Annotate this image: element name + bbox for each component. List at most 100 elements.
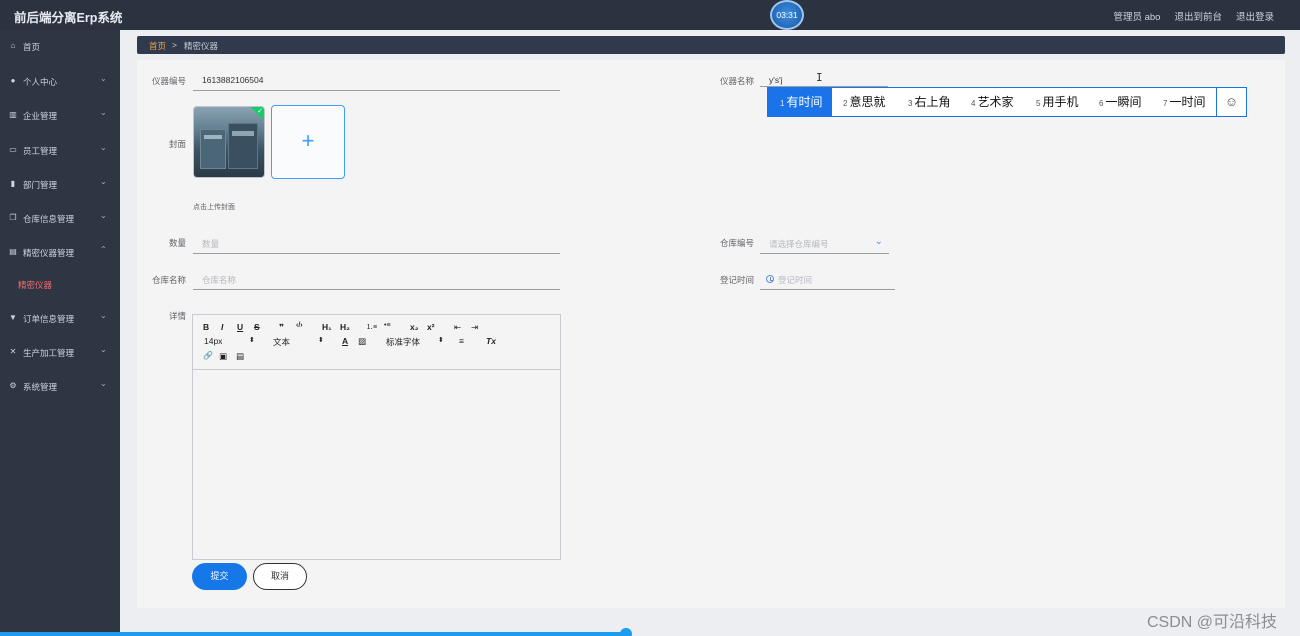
warehouse-name-field[interactable]: 仓库名称 [193, 273, 560, 290]
warehouse-code-select[interactable]: 请选择仓库编号 ⌄ [760, 236, 889, 254]
sidebar-item-production[interactable]: ✕ 生产加工管理 ⌄ [0, 343, 120, 363]
underline-button[interactable]: U [237, 322, 243, 332]
warehouse-name-placeholder: 仓库名称 [202, 275, 237, 285]
sidebar-item-employees[interactable]: ▭ 员工管理 ⌄ [0, 141, 120, 161]
filter-icon: ▼ [9, 313, 17, 322]
video-progress-handle[interactable] [620, 628, 632, 636]
home-icon: ⌂ [10, 41, 16, 50]
clear-format-button[interactable]: Tx [486, 336, 496, 346]
video-progress-bar[interactable] [0, 632, 627, 636]
ime-candidate-bar: 1 有时间 2 意思就 3 右上角 4 艺术家 5 用手机 6 一瞬间 7 一时间 ☺ [767, 87, 1247, 117]
register-time-picker[interactable]: 登记时间 [760, 273, 895, 290]
plus-icon: + [301, 128, 315, 153]
upload-tip: 点击上传封面 [193, 204, 235, 211]
sidebar-item-home[interactable]: ⌂ 首页 [0, 37, 120, 57]
font-size-arrow-icon: ⬍ [249, 337, 255, 344]
subscript-button[interactable]: x₂ [410, 322, 419, 332]
sidebar-item-enterprise[interactable]: ▥ 企业管理 ⌄ [0, 106, 120, 126]
ordered-list-button[interactable]: ⒈≡ [366, 322, 377, 332]
sidebar-item-label: 精密仪器管理 [23, 248, 75, 258]
text-type-select[interactable]: 文本 [273, 336, 290, 348]
recording-timer[interactable]: 03:31 [770, 0, 804, 30]
breadcrumb-current: 精密仪器 [184, 41, 219, 51]
ime-candidate[interactable]: 4 艺术家 [971, 88, 1035, 116]
code-label: 仪器编号 [151, 76, 186, 86]
sidebar-item-system[interactable]: ⚙ 系统管理 ⌄ [0, 377, 120, 397]
sidebar-item-label: 个人中心 [23, 77, 58, 87]
sidebar-item-label: 系统管理 [23, 382, 58, 392]
cover-thumbnail[interactable]: ✓ [193, 106, 265, 178]
image-button[interactable]: ▣ [219, 351, 227, 362]
chevron-down-icon: ⌄ [100, 379, 107, 388]
editor-content[interactable] [193, 370, 560, 559]
sidebar-item-label: 企业管理 [23, 111, 58, 121]
name-field[interactable]: y's'j [760, 74, 888, 87]
bullet-list-button[interactable]: •≡ [384, 322, 391, 329]
warehouse-code-label: 仓库编号 [719, 238, 754, 248]
top-bar: 前后端分离Erp系统 03:31 管理员 abo 退出到前台 退出登录 [0, 0, 1300, 30]
background-color-button[interactable]: ▨ [358, 336, 366, 347]
register-time-label: 登记时间 [719, 275, 754, 285]
sidebar-item-label: 生产加工管理 [23, 348, 75, 358]
superscript-button[interactable]: x² [427, 322, 435, 332]
quantity-label: 数量 [168, 238, 186, 248]
ime-candidate[interactable]: 7 一时间 [1163, 88, 1217, 116]
submit-button[interactable]: 提交 [192, 563, 247, 590]
text-type-arrow-icon: ⬍ [318, 337, 324, 344]
italic-button[interactable]: I [221, 322, 223, 332]
chevron-down-icon: ⌄ [100, 108, 107, 117]
code-value: 1613882106504 [202, 75, 264, 85]
upload-button[interactable]: + [271, 105, 345, 179]
h1-button[interactable]: H₁ [322, 322, 332, 332]
quantity-placeholder: 数量 [202, 239, 220, 249]
ime-candidate[interactable]: 1 有时间 [768, 88, 832, 116]
cancel-button[interactable]: 取消 [253, 563, 307, 590]
detail-label: 详情 [168, 311, 186, 321]
emoji-icon[interactable]: ☺ [1216, 88, 1246, 116]
code-button[interactable]: ‹/› [296, 322, 303, 329]
sidebar-item-warehouse[interactable]: ❐ 仓库信息管理 ⌄ [0, 209, 120, 229]
font-size-select[interactable]: 14px [204, 336, 222, 346]
ime-candidate[interactable]: 6 一瞬间 [1099, 88, 1163, 116]
link-button[interactable]: 🔗 [203, 351, 213, 360]
font-family-select[interactable]: 标准字体 [386, 336, 420, 348]
bold-button[interactable]: B [203, 322, 209, 332]
code-field[interactable]: 1613882106504 [193, 74, 560, 91]
sidebar-item-orders[interactable]: ▼ 订单信息管理 ⌄ [0, 309, 120, 329]
check-icon: ✓ [257, 108, 263, 115]
video-button[interactable]: ▤ [236, 351, 244, 362]
warehouse-name-label: 仓库名称 [151, 275, 186, 285]
quantity-field[interactable]: 数量 [193, 237, 560, 254]
ime-candidate[interactable]: 3 右上角 [908, 88, 972, 116]
copy-icon: ❐ [9, 213, 17, 222]
breadcrumb-home[interactable]: 首页 [149, 40, 166, 52]
quote-button[interactable]: ❞ [279, 322, 284, 333]
building-icon: ▥ [9, 110, 17, 119]
outdent-button[interactable]: ⇤ [454, 322, 461, 333]
exit-to-front-link[interactable]: 退出到前台 [1174, 9, 1222, 23]
sidebar-subitem-instrument[interactable]: 精密仪器 [18, 279, 52, 291]
bar-chart-icon: ▮ [10, 179, 16, 188]
ime-candidate[interactable]: 5 用手机 [1036, 88, 1100, 116]
align-button[interactable]: ≡ [459, 336, 464, 346]
strike-button[interactable]: S [254, 322, 260, 332]
font-color-button[interactable]: A [342, 336, 348, 346]
indent-button[interactable]: ⇥ [471, 322, 478, 333]
tools-icon: ✕ [9, 347, 17, 356]
chevron-up-icon: ⌃ [100, 245, 107, 254]
chevron-down-icon: ⌄ [100, 345, 107, 354]
watermark: CSDN @可沿科技 [1147, 614, 1278, 631]
box-icon: ▤ [9, 247, 17, 256]
h2-button[interactable]: H₂ [340, 322, 350, 332]
current-user: 管理员 abo [1113, 12, 1161, 23]
sidebar-item-label: 部门管理 [23, 180, 58, 190]
logout-link[interactable]: 退出登录 [1236, 9, 1274, 23]
sidebar-item-profile[interactable]: ● 个人中心 ⌄ [0, 72, 120, 92]
sidebar-item-instruments[interactable]: ▤ 精密仪器管理 ⌃ [0, 243, 120, 263]
user-icon: ● [10, 76, 16, 85]
chevron-down-icon: ⌄ [100, 177, 107, 186]
register-time-placeholder: 登记时间 [778, 275, 813, 285]
warehouse-code-placeholder: 请选择仓库编号 [769, 239, 829, 249]
ime-candidate[interactable]: 2 意思就 [843, 88, 907, 116]
sidebar-item-departments[interactable]: ▮ 部门管理 ⌄ [0, 175, 120, 195]
